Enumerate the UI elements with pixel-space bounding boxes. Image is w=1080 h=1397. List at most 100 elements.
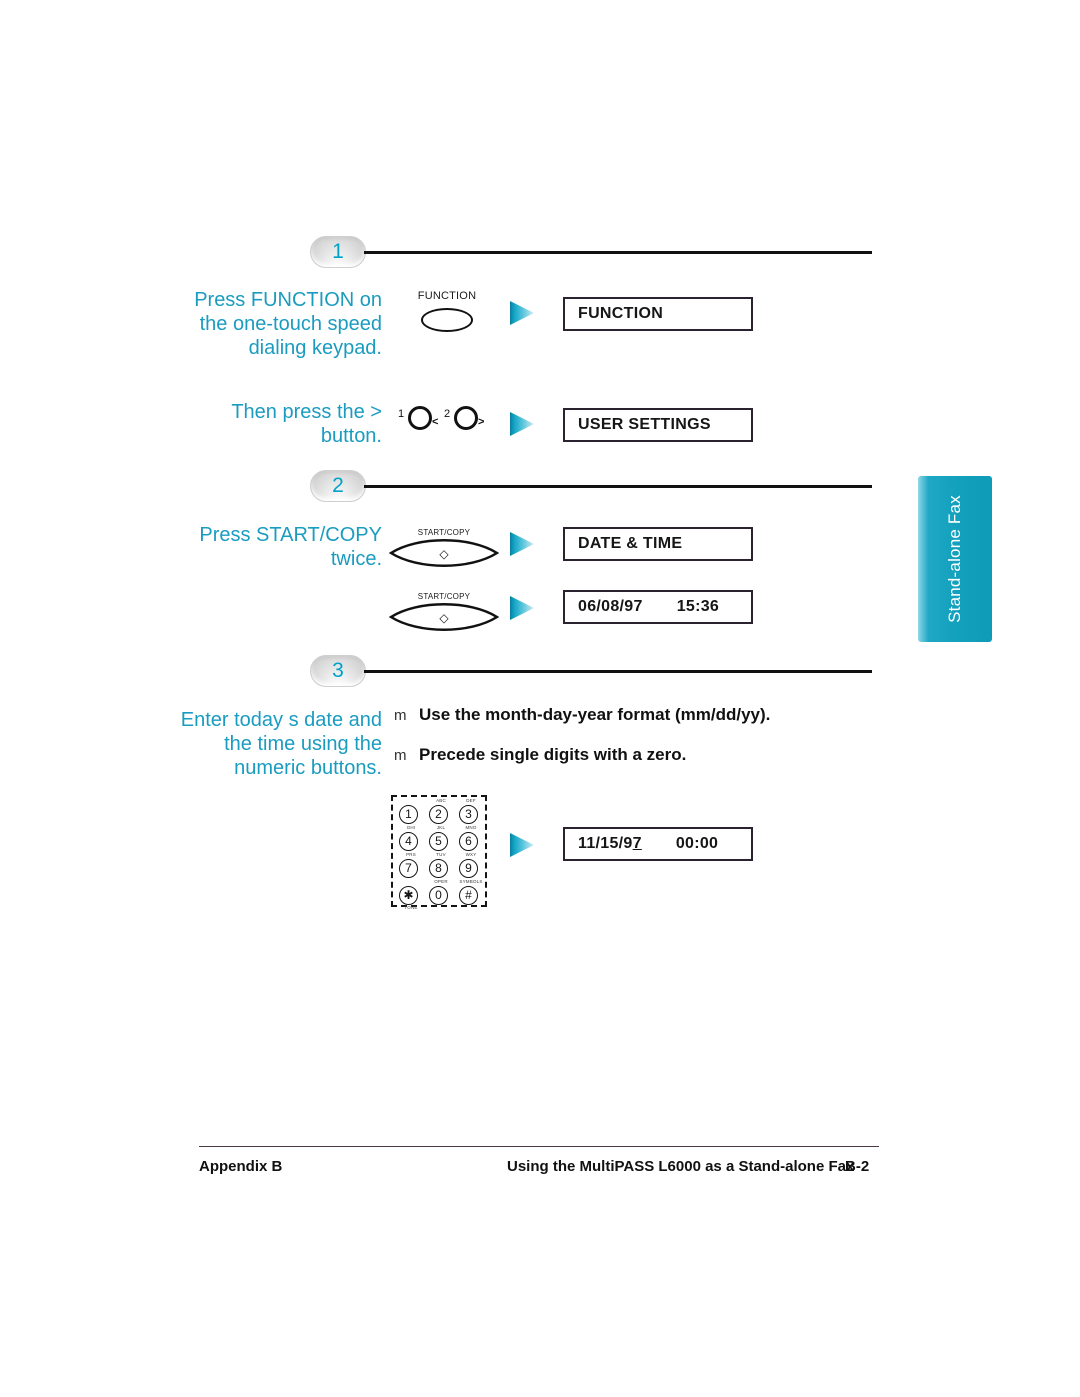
start-copy-button-caption: START/COPY <box>417 592 471 601</box>
lcd-text: 06/08/97 15:36 <box>578 598 719 616</box>
one-touch-key-2-ring <box>454 406 478 430</box>
keypad-key-digit: 7 <box>399 859 418 878</box>
keypad-key-digit: 8 <box>429 859 448 878</box>
footer-title: Using the MultiPASS L6000 as a Stand-alo… <box>507 1158 855 1175</box>
keypad-key-letters: WXY <box>465 852 477 857</box>
keypad-key-digit: 5 <box>429 832 448 851</box>
keypad-key-digit: 9 <box>459 859 478 878</box>
step-3-instruction-1: Enter today s date and the time using th… <box>180 709 382 779</box>
keypad-key-digit: 4 <box>399 832 418 851</box>
keypad-key-✱[interactable]: ✱ TONE <box>395 879 425 910</box>
keypad-key-2[interactable]: ABC 2 <box>425 798 455 825</box>
lcd-text: USER SETTINGS <box>578 416 711 433</box>
step-3-badge: 3 <box>310 655 366 687</box>
lcd-display-function: FUNCTION <box>563 297 753 331</box>
lcd-date-prefix: 11/15/9 <box>578 835 633 852</box>
keypad-key-8[interactable]: TUV 8 <box>425 852 455 879</box>
keypad-key-5[interactable]: JKL 5 <box>425 825 455 852</box>
note-text-2: Precede single digits with a zero. <box>419 745 687 764</box>
right-arrow-icon <box>508 830 538 860</box>
step-1-number: 1 <box>332 240 344 263</box>
lcd-display-datetime-value: 06/08/97 15:36 <box>563 590 753 624</box>
right-arrow-icon <box>508 409 538 439</box>
start-copy-lens: ◇ <box>388 602 500 636</box>
keypad-key-digit: ✱ <box>399 886 418 905</box>
lcd-text: FUNCTION <box>578 305 664 322</box>
step-3-header: 3 <box>0 655 1080 689</box>
right-arrow-icon <box>508 593 538 623</box>
one-touch-arrow-keys-art: 1 < 2 > <box>396 404 506 440</box>
keypad-key-1[interactable]: 1 <box>395 798 425 825</box>
step-2-number: 2 <box>332 474 344 497</box>
step-2-header: 2 <box>0 470 1080 504</box>
start-copy-button-art: START/COPY ◇ <box>388 528 500 570</box>
numeric-keypad: 1 ABC 2 DEF 3 GHI 4 JKL 5 MNO 6 PRS 7 TUV 8 WXY 9 ✱ TONE OP… <box>391 795 487 910</box>
keypad-key-digit: 3 <box>459 805 478 824</box>
start-copy-diamond-icon: ◇ <box>439 611 449 625</box>
footer-divider <box>199 1146 879 1147</box>
keypad-key-3[interactable]: DEF 3 <box>455 798 485 825</box>
right-chevron-icon: > <box>478 416 485 428</box>
start-copy-button-art-2: START/COPY ◇ <box>388 592 500 634</box>
lcd-text: 11/15/97 00:00 <box>578 835 718 853</box>
step-1-instruction-1: Press FUNCTION on the one-touch speed di… <box>194 289 382 359</box>
keypad-key-4[interactable]: GHI 4 <box>395 825 425 852</box>
keypad-key-#[interactable]: SYMBOLS # <box>455 879 485 906</box>
keypad-key-digit: 0 <box>429 886 448 905</box>
keypad-key-digit: 2 <box>429 805 448 824</box>
one-touch-key-1-ring <box>408 406 432 430</box>
manual-page: Stand-alone Fax 1 Press FUNCTION on the … <box>0 0 1080 1397</box>
note-marker-1: m <box>394 707 407 724</box>
function-button-ellipse <box>421 308 473 332</box>
keypad-key-letters: ABC <box>436 798 446 803</box>
one-touch-key-1-number: 1 <box>398 408 405 420</box>
keypad-key-letters: SYMBOLS <box>459 879 483 884</box>
lcd-date-value: 06/08/97 <box>578 598 643 615</box>
right-arrow-icon <box>508 298 538 328</box>
start-copy-diamond-icon: ◇ <box>439 547 449 561</box>
footer-appendix-label: Appendix B <box>199 1158 283 1175</box>
lcd-display-entered-datetime: 11/15/97 00:00 <box>563 827 753 861</box>
lcd-cursor-digit: 7 <box>632 835 642 852</box>
keypad-key-digit: # <box>459 886 478 905</box>
keypad-tone-label: TONE <box>404 905 418 910</box>
step-1-header: 1 <box>0 236 1080 270</box>
keypad-key-letters: JKL <box>436 825 446 830</box>
lcd-display-user-settings: USER SETTINGS <box>563 408 753 442</box>
keypad-key-letters: GHI <box>406 825 416 830</box>
start-copy-button-caption: START/COPY <box>417 528 471 537</box>
left-chevron-icon: < <box>432 416 439 428</box>
note-marker-2: m <box>394 747 407 764</box>
function-button-caption: FUNCTION <box>417 290 477 302</box>
keypad-key-9[interactable]: WXY 9 <box>455 852 485 879</box>
step-1-badge: 1 <box>310 236 366 268</box>
keypad-key-digit: 6 <box>459 832 478 851</box>
lcd-text: DATE & TIME <box>578 535 683 552</box>
lcd-display-date-time: DATE & TIME <box>563 527 753 561</box>
step-2-instruction-1: Press START/COPY twice. <box>199 524 382 570</box>
step-1-rule <box>364 251 872 254</box>
lcd-time-value: 00:00 <box>675 835 719 852</box>
lcd-time-value: 15:36 <box>676 598 720 615</box>
step-2-badge: 2 <box>310 470 366 502</box>
keypad-key-letters: OPER <box>434 879 448 884</box>
keypad-key-letters: TUV <box>436 852 446 857</box>
keypad-key-letters: PRS <box>406 852 416 857</box>
keypad-key-letters: MNO <box>465 825 477 830</box>
keypad-key-7[interactable]: PRS 7 <box>395 852 425 879</box>
step-1-instruction-2: Then press the > button. <box>231 401 382 447</box>
keypad-key-digit: 1 <box>399 805 418 824</box>
note-text-1: Use the month-day-year format (mm/dd/yy)… <box>419 705 771 724</box>
step-3-rule <box>364 670 872 673</box>
footer-page-number: B-2 <box>845 1158 870 1175</box>
keypad-key-0[interactable]: OPER 0 <box>425 879 455 906</box>
start-copy-lens: ◇ <box>388 538 500 572</box>
keypad-key-letters: DEF <box>466 798 476 803</box>
keypad-key-6[interactable]: MNO 6 <box>455 825 485 852</box>
right-arrow-icon <box>508 529 538 559</box>
side-tab-label: Stand-alone Fax <box>945 495 964 623</box>
one-touch-key-2-number: 2 <box>444 408 451 420</box>
function-button-art: FUNCTION <box>398 290 496 338</box>
step-3-number: 3 <box>332 659 344 682</box>
step-2-rule <box>364 485 872 488</box>
